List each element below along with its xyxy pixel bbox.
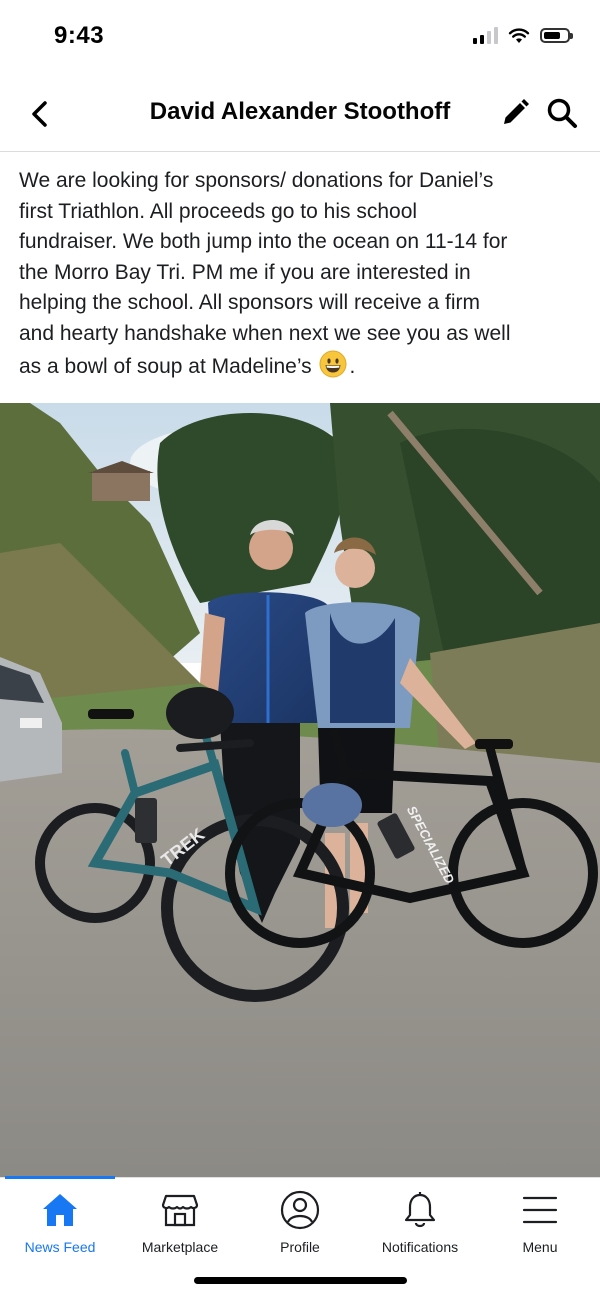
edit-button[interactable] xyxy=(498,96,532,130)
shop-icon xyxy=(161,1194,199,1227)
tab-news-feed[interactable]: News Feed xyxy=(0,1178,120,1268)
post-photo[interactable]: TREK SPECIALIZED xyxy=(0,403,600,1177)
nav-bar: David Alexander Stoothoff xyxy=(0,76,600,152)
post-text-line: the Morro Bay Tri. PM me if you are inte… xyxy=(19,260,471,284)
post-text-line: as a bowl of soup at Madeline’s xyxy=(19,354,312,378)
grinning-face-emoji xyxy=(319,350,347,378)
tab-label: News Feed xyxy=(24,1239,96,1255)
home-indicator xyxy=(194,1277,407,1284)
search-icon xyxy=(547,98,577,128)
signal-icon xyxy=(473,26,498,44)
tab-profile[interactable]: Profile xyxy=(240,1178,360,1268)
post-text-line: fundraiser. We both jump into the ocean … xyxy=(19,230,508,254)
post-text-line: helping the school. All sponsors will re… xyxy=(19,291,481,315)
menu-icon xyxy=(522,1196,558,1224)
tab-label: Menu xyxy=(522,1239,558,1255)
post-text-end: . xyxy=(349,354,356,378)
status-time: 9:43 xyxy=(54,22,105,49)
tab-menu[interactable]: Menu xyxy=(480,1178,600,1268)
post-text: We are looking for sponsors/ donations f… xyxy=(19,166,584,382)
search-button[interactable] xyxy=(544,95,580,131)
home-icon xyxy=(43,1194,77,1226)
tab-label: Notifications xyxy=(381,1239,459,1255)
battery-icon xyxy=(540,27,573,43)
post-text-line: first Triathlon. All proceeds go to his … xyxy=(19,199,418,223)
post-text-line: and hearty handshake when next we see yo… xyxy=(19,321,511,345)
pencil-icon xyxy=(504,99,529,124)
status-icons xyxy=(473,26,573,44)
tab-label: Profile xyxy=(280,1239,320,1255)
wifi-icon xyxy=(508,27,530,43)
post-text-line: We are looking for sponsors/ donations f… xyxy=(19,169,494,192)
status-bar: 9:43 xyxy=(0,0,600,76)
tab-marketplace[interactable]: Marketplace xyxy=(120,1178,240,1268)
bell-icon xyxy=(404,1192,436,1228)
tab-label: Marketplace xyxy=(141,1239,219,1255)
tab-notifications[interactable]: Notifications xyxy=(360,1178,480,1268)
profile-icon xyxy=(280,1190,320,1230)
